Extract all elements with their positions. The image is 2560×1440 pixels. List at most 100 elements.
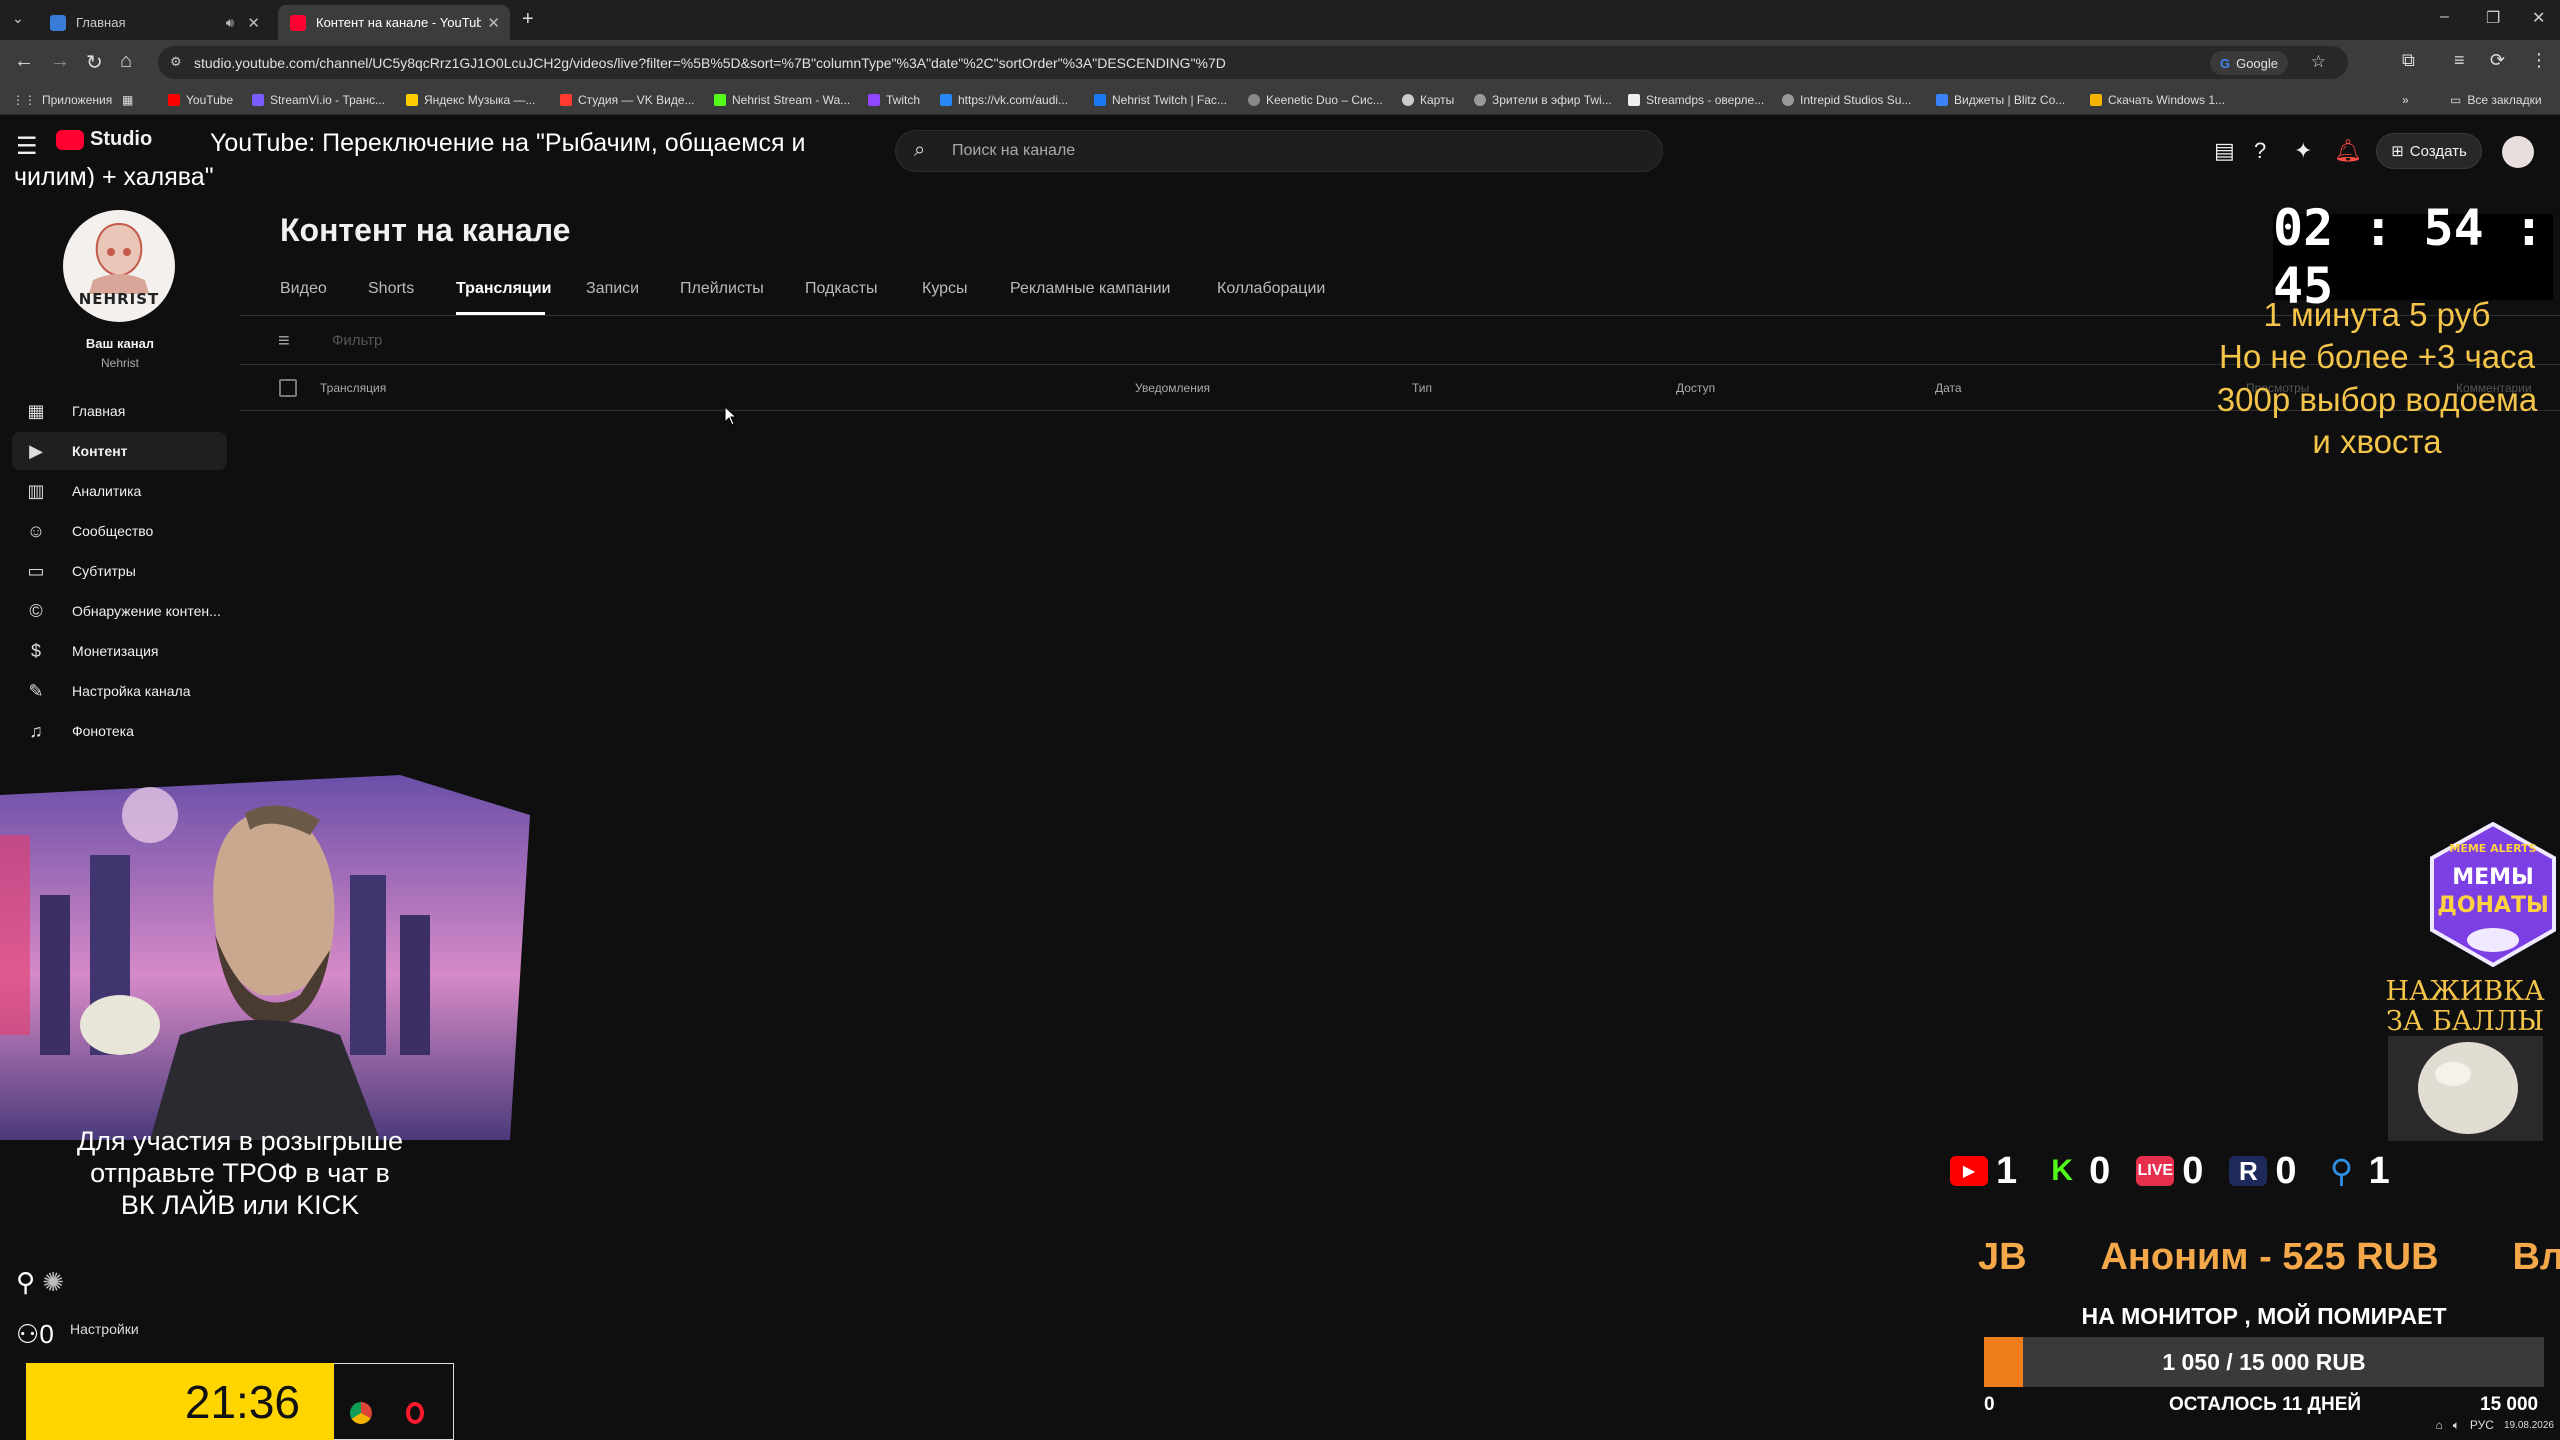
platform-count-rutube: R0 — [2229, 1150, 2297, 1193]
donation-goal-title: НА МОНИТОР , МОЙ ПОМИРАЕТ — [2081, 1303, 2447, 1329]
community-icon: ☺ — [26, 520, 46, 541]
language-indicator[interactable]: РУС — [2470, 1418, 2494, 1432]
bookmark-item[interactable]: Яндекс Музыка —... — [406, 93, 535, 107]
sidebar-item-settings[interactable]: Настройки — [70, 1321, 139, 1337]
chrome-icon[interactable] — [350, 1402, 372, 1424]
sync-icon[interactable]: ⟳ — [2490, 50, 2505, 71]
speaker-icon[interactable]: 🔊︎ — [226, 15, 234, 31]
close-window-icon[interactable]: ✕ — [2532, 8, 2545, 28]
sidebar-item-customization[interactable]: ✎ Настройка канала — [12, 672, 227, 710]
all-bookmarks[interactable]: ▭ Все закладки — [2450, 93, 2542, 107]
sidebar-item-dashboard[interactable]: ▦ Главная — [12, 392, 227, 430]
tab-podcasts[interactable]: Подкасты — [805, 280, 877, 298]
youtube-favicon-icon — [290, 14, 306, 31]
reload-icon[interactable]: ↻ — [86, 50, 103, 75]
create-button[interactable]: ⊞ Создать — [2376, 133, 2482, 169]
bookmark-item[interactable]: https://vk.com/audi... — [940, 93, 1068, 107]
sidebar-item-subtitles[interactable]: ▭ Субтитры — [12, 552, 227, 590]
notifications-bell-icon[interactable]: 🔔︎ — [2334, 138, 2362, 164]
home-icon[interactable]: ⌂ — [120, 50, 132, 73]
column-header-notifications: Уведомления — [1135, 381, 1211, 395]
keenetic-icon — [1248, 94, 1260, 106]
bookmark-item[interactable]: Студия — VK Виде... — [560, 93, 695, 107]
media-control-icon[interactable]: ≡ — [2454, 50, 2465, 71]
sidebar-item-copyright[interactable]: © Обнаружение контен... — [12, 592, 227, 630]
bookmark-item[interactable]: Nehrist Stream - Wa... — [714, 93, 850, 107]
volume-icon[interactable]: 🔈︎ — [2453, 1418, 2460, 1433]
donation-goal-progress-text: 1 050 / 15 000 RUB — [2162, 1348, 2366, 1375]
filter-input[interactable]: Фильтр — [332, 332, 382, 349]
channel-search-input[interactable]: ⌕ Поиск на канале — [895, 130, 1663, 172]
sidebar-item-community[interactable]: ☺ Сообщество — [12, 512, 227, 550]
minimize-icon[interactable]: – — [2440, 8, 2449, 26]
search-engine-chip[interactable]: G Google — [2209, 51, 2288, 75]
tab-videos[interactable]: Видео — [280, 280, 327, 298]
account-avatar[interactable] — [2502, 136, 2534, 168]
your-channel-label[interactable]: Ваш канал — [0, 336, 240, 351]
address-bar[interactable]: ⚙ studio.youtube.com/channel/UC5y8qcRrz1… — [158, 46, 2348, 79]
dough-bait-image — [2388, 1036, 2543, 1141]
bookmark-item[interactable]: Streamdps - оверле... — [1628, 93, 1764, 107]
sparkle-icon[interactable]: ✦ — [2294, 138, 2312, 164]
sidebar-item-audio-library[interactable]: ♫ Фонотека — [12, 712, 227, 750]
tab-recordings[interactable]: Записи — [586, 280, 639, 298]
stream-timer: 02 : 54 : 45 — [2273, 199, 2553, 315]
sidebar-item-content[interactable]: ▶ Контент — [12, 432, 227, 470]
bait-label-line: НАЖИВКА — [2385, 976, 2545, 1007]
bookmark-item[interactable]: YouTube — [168, 93, 233, 107]
more-bookmarks-icon[interactable]: » — [2402, 93, 2409, 107]
menu-icon[interactable]: ⋮ — [2530, 50, 2548, 71]
bookmark-item[interactable]: Twitch — [868, 93, 920, 107]
restore-icon[interactable]: ❐ — [2486, 8, 2500, 28]
tab-shorts[interactable]: Shorts — [368, 280, 414, 298]
tray-date[interactable]: 19.08.2026 — [2504, 1420, 2554, 1431]
bookmark-item[interactable]: Скачать Windows 1... — [2090, 93, 2225, 107]
opera-icon[interactable] — [406, 1402, 424, 1424]
tab-search-icon[interactable]: ⌄ — [12, 10, 24, 27]
bookmark-item[interactable]: Карты — [1402, 93, 1454, 107]
browser-tab-content[interactable]: Контент на канале - YouTube ✕ — [278, 5, 510, 40]
tab-courses[interactable]: Курсы — [922, 280, 968, 298]
bookmark-item[interactable]: Nehrist Twitch | Fac... — [1094, 93, 1227, 107]
analytics-icon: ▥ — [27, 480, 45, 501]
kick-icon: K — [2043, 1154, 2082, 1187]
help-icon[interactable]: ? — [2254, 138, 2266, 164]
tab-live[interactable]: Трансляции — [456, 280, 551, 298]
forward-icon[interactable]: → — [50, 50, 70, 73]
stream-title-line: YouTube: Переключение на "Рыбачим, общае… — [210, 129, 806, 157]
bookmark-item[interactable]: Виджеты | Blitz Co... — [1936, 93, 2065, 107]
bookmark-item[interactable]: Зрители в эфир Twi... — [1474, 93, 1612, 107]
channel-name: Nehrist — [100, 356, 139, 370]
youtube-icon — [168, 94, 180, 106]
bookmark-item[interactable]: Keenetic Duo – Сис... — [1248, 93, 1383, 107]
bookmark-item[interactable]: StreamVi.io - Транс... — [252, 93, 385, 107]
globe-icon — [1782, 94, 1794, 106]
bookmark-item[interactable]: ⋮⋮ Приложения — [12, 93, 112, 107]
close-tab-icon[interactable]: ✕ — [247, 14, 260, 32]
close-tab-icon[interactable]: ✕ — [487, 14, 500, 32]
audio-library-icon: ♫ — [29, 720, 43, 741]
extensions-icon[interactable]: ⧉ — [2402, 50, 2415, 71]
new-tab-button[interactable]: + — [522, 8, 534, 31]
bookmark-star-icon[interactable]: ☆ — [2311, 52, 2326, 72]
tab-ad-campaigns[interactable]: Рекламные кампании — [1010, 280, 1170, 298]
dashboard-icon: ▦ — [27, 400, 45, 421]
column-header-date[interactable]: Дата — [1935, 381, 1962, 395]
select-all-checkbox[interactable] — [279, 379, 297, 397]
network-icon[interactable]: ⌂ — [2435, 1418, 2442, 1432]
tab-playlists[interactable]: Плейлисты — [680, 280, 764, 298]
viewer-widget: ⚲ ✺ ⚇0 — [16, 1256, 64, 1360]
channel-avatar[interactable]: NEHRIST — [63, 210, 175, 322]
sidebar-item-monetization[interactable]: $ Монетизация — [12, 632, 227, 670]
browser-tab-home[interactable]: Главная 🔊︎ ✕ — [38, 5, 270, 40]
donation-goal-bar: 1 050 / 15 000 RUB — [1984, 1337, 2544, 1387]
bookmark-grid-icon[interactable]: ▦ — [122, 93, 133, 107]
bookmarks-bar: ⋮⋮ Приложения ▦ YouTube StreamVi.io - Тра… — [0, 85, 2560, 115]
comments-icon[interactable]: ▤ — [2214, 138, 2235, 164]
sidebar-item-analytics[interactable]: ▥ Аналитика — [12, 472, 227, 510]
tab-collaborations[interactable]: Коллаборации — [1217, 280, 1325, 298]
filter-icon[interactable]: ≡ — [278, 330, 290, 353]
back-icon[interactable]: ← — [14, 50, 34, 73]
bookmark-item[interactable]: Intrepid Studios Su... — [1782, 93, 1911, 107]
site-info-icon[interactable]: ⚙ — [170, 54, 182, 70]
